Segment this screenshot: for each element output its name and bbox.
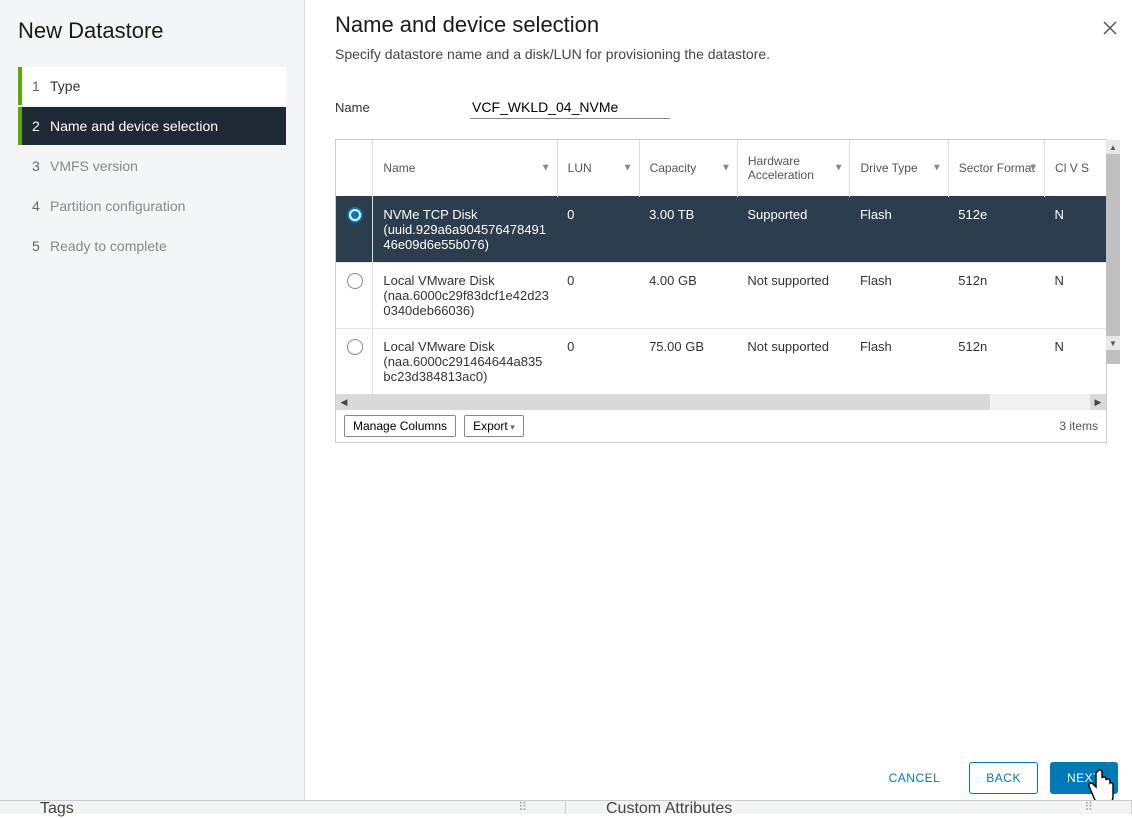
- col-capacity[interactable]: Capacity▼: [639, 140, 737, 197]
- filter-icon[interactable]: ▼: [1028, 163, 1038, 174]
- device-table: Name▼ LUN▼ Capacity▼ Hardware Accelerati…: [335, 139, 1107, 443]
- wizard-step-3: 3VMFS version: [18, 147, 286, 185]
- cell-sector: 512e: [948, 197, 1044, 263]
- main-panel: Name and device selection Specify datast…: [305, 0, 1132, 814]
- step-label: Partition configuration: [50, 198, 185, 214]
- step-number: 4: [32, 198, 50, 214]
- cell-name: NVMe TCP Disk (uuid.929a6a90457647849146…: [373, 197, 557, 263]
- datastore-name-input[interactable]: [470, 96, 670, 119]
- page-title: Name and device selection: [335, 12, 1102, 38]
- filter-icon[interactable]: ▼: [932, 163, 942, 174]
- wizard-step-4: 4Partition configuration: [18, 187, 286, 225]
- step-label: Name and device selection: [50, 118, 218, 134]
- wizard-footer: CANCEL BACK NEXT: [872, 762, 1118, 794]
- col-name[interactable]: Name▼: [373, 140, 557, 197]
- manage-columns-button[interactable]: Manage Columns: [344, 415, 456, 437]
- custom-attributes-panel[interactable]: Custom Attributes ⠿: [566, 800, 1132, 814]
- grip-icon[interactable]: ⠿: [1084, 800, 1093, 814]
- cell-hwaccel: Supported: [737, 197, 850, 263]
- bottom-panels: Tags ⠿ Custom Attributes ⠿: [0, 800, 1132, 814]
- cell-drivetype: Flash: [850, 329, 948, 395]
- wizard-title: New Datastore: [0, 0, 304, 66]
- cancel-button[interactable]: CANCEL: [872, 762, 958, 794]
- step-number: 2: [32, 118, 50, 134]
- cell-clustered: N: [1045, 263, 1106, 329]
- cell-lun: 0: [557, 329, 639, 395]
- col-select: [336, 140, 373, 197]
- tags-panel[interactable]: Tags ⠿: [0, 800, 566, 814]
- row-radio[interactable]: [347, 273, 363, 289]
- wizard-step-2: 2Name and device selection: [18, 107, 286, 145]
- step-label: VMFS version: [50, 158, 138, 174]
- row-radio[interactable]: [347, 339, 363, 355]
- step-number: 5: [32, 238, 50, 254]
- scroll-down-icon[interactable]: ▼: [1106, 336, 1120, 350]
- next-button[interactable]: NEXT: [1050, 762, 1118, 794]
- step-number: 1: [32, 78, 50, 94]
- filter-icon[interactable]: ▼: [834, 163, 844, 174]
- cell-name: Local VMware Disk (naa.6000c29f83dcf1e42…: [373, 263, 557, 329]
- cell-hwaccel: Not supported: [737, 329, 850, 395]
- cell-lun: 0: [557, 263, 639, 329]
- cell-capacity: 3.00 TB: [639, 197, 737, 263]
- cell-capacity: 75.00 GB: [639, 329, 737, 395]
- table-vertical-scrollbar[interactable]: ▲ ▼: [1106, 140, 1120, 350]
- page-subtitle: Specify datastore name and a disk/LUN fo…: [335, 46, 1102, 62]
- scroll-up-icon[interactable]: ▲: [1106, 140, 1120, 154]
- col-clustered[interactable]: Cl V S: [1045, 140, 1106, 197]
- cell-drivetype: Flash: [850, 197, 948, 263]
- table-body: NVMe TCP Disk (uuid.929a6a90457647849146…: [336, 197, 1106, 395]
- row-radio[interactable]: [347, 207, 363, 223]
- col-hwaccel[interactable]: Hardware Acceleration▼: [737, 140, 850, 197]
- step-label: Ready to complete: [50, 238, 167, 254]
- cell-clustered: N: [1045, 197, 1106, 263]
- wizard-step-5: 5Ready to complete: [18, 227, 286, 265]
- scroll-left-icon[interactable]: ◀: [336, 394, 352, 410]
- filter-icon[interactable]: ▼: [541, 163, 551, 174]
- filter-icon[interactable]: ▼: [721, 163, 731, 174]
- cell-drivetype: Flash: [850, 263, 948, 329]
- back-button[interactable]: BACK: [969, 762, 1038, 794]
- table-row[interactable]: NVMe TCP Disk (uuid.929a6a90457647849146…: [336, 197, 1106, 263]
- step-label: Type: [50, 78, 80, 94]
- export-button[interactable]: Export: [464, 415, 524, 437]
- filter-icon[interactable]: ▼: [623, 163, 633, 174]
- table-horizontal-scrollbar[interactable]: ◀ ▶: [336, 394, 1106, 410]
- cell-capacity: 4.00 GB: [639, 263, 737, 329]
- cell-sector: 512n: [948, 329, 1044, 395]
- table-row[interactable]: Local VMware Disk (naa.6000c29f83dcf1e42…: [336, 263, 1106, 329]
- col-drivetype[interactable]: Drive Type▼: [850, 140, 948, 197]
- table-row[interactable]: Local VMware Disk (naa.6000c291464644a83…: [336, 329, 1106, 395]
- cell-lun: 0: [557, 197, 639, 263]
- cell-name: Local VMware Disk (naa.6000c291464644a83…: [373, 329, 557, 395]
- wizard-steps: 1Type2Name and device selection3VMFS ver…: [0, 66, 304, 266]
- col-sector[interactable]: Sector Format▼: [948, 140, 1044, 197]
- close-button[interactable]: [1098, 16, 1122, 40]
- wizard-sidebar: New Datastore 1Type2Name and device sele…: [0, 0, 305, 814]
- scroll-right-icon[interactable]: ▶: [1090, 394, 1106, 410]
- wizard-step-1[interactable]: 1Type: [18, 67, 286, 105]
- step-number: 3: [32, 158, 50, 174]
- grip-icon[interactable]: ⠿: [518, 800, 527, 814]
- cell-sector: 512n: [948, 263, 1044, 329]
- cell-clustered: N: [1045, 329, 1106, 395]
- col-lun[interactable]: LUN▼: [557, 140, 639, 197]
- cell-hwaccel: Not supported: [737, 263, 850, 329]
- items-count: 3 items: [1059, 419, 1098, 433]
- name-label: Name: [335, 100, 470, 115]
